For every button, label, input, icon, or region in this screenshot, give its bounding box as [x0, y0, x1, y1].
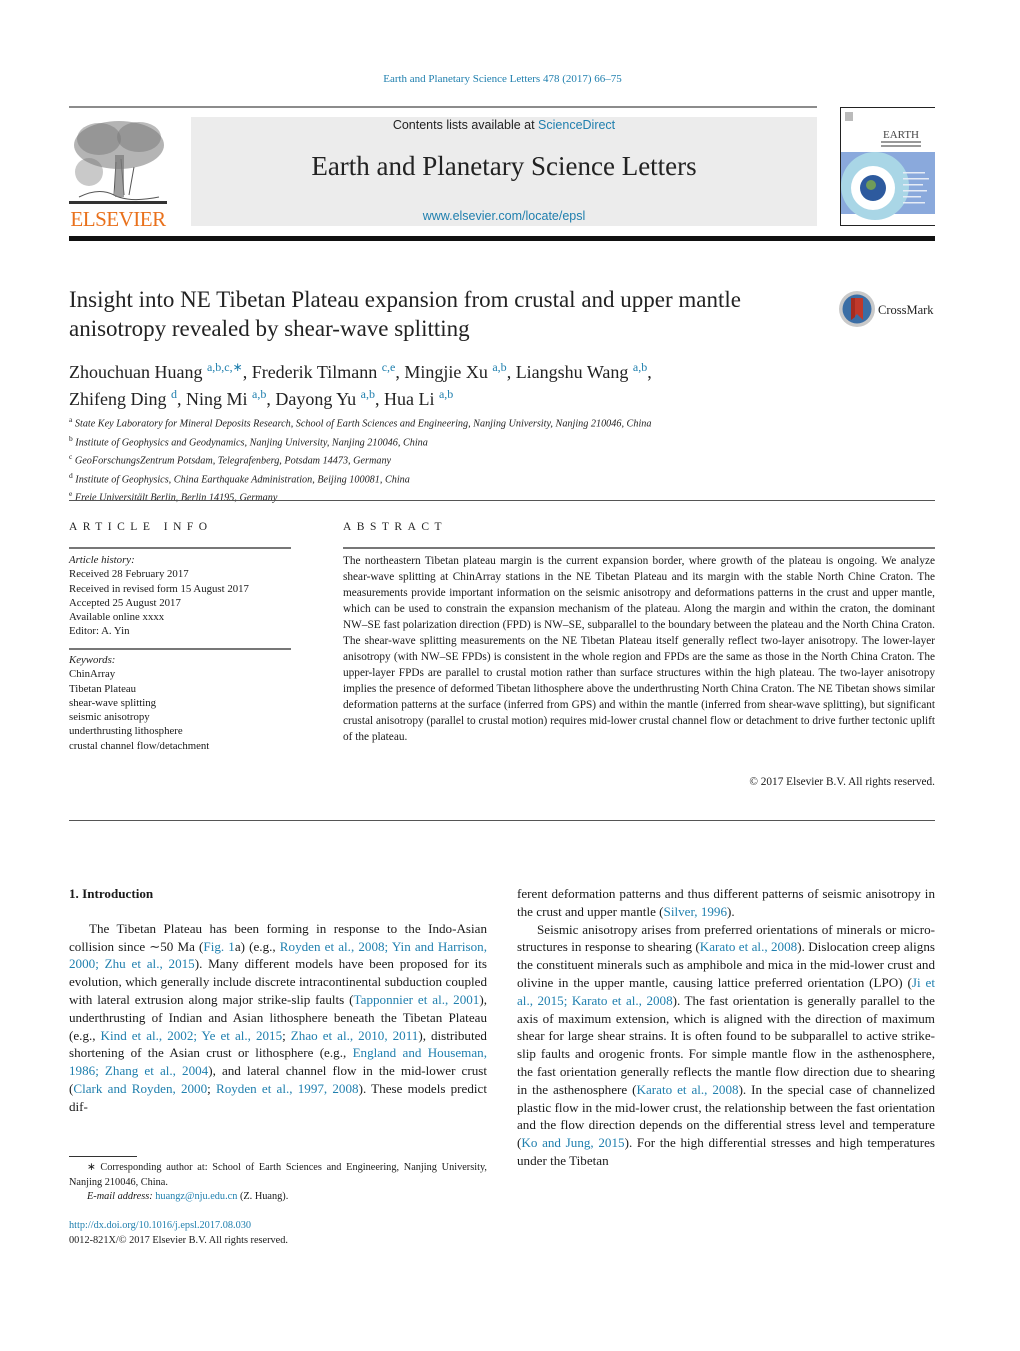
citation-link[interactable]: Ko and Jung, 2015 [521, 1135, 624, 1150]
abstract-divider [343, 547, 935, 549]
doi-block: http://dx.doi.org/10.1016/j.epsl.2017.08… [69, 1219, 288, 1248]
keyword-item: ChinArray [69, 668, 116, 681]
author[interactable]: Zhouchuan Huang a,b,c,∗ [69, 360, 243, 382]
author[interactable]: Dayong Yu a,b [275, 387, 375, 409]
body-text: a) (e.g., [234, 938, 280, 954]
author-affiliation-marker: a,b,c,∗ [206, 360, 243, 374]
citation-link[interactable]: Kind et al., 2002; Ye et al., 2015 [101, 1028, 283, 1043]
keyword-item: shear-wave splitting [69, 696, 157, 709]
affiliation-list: a State Key Laboratory for Mineral Depos… [69, 413, 869, 506]
email-label: E-mail address: [87, 1191, 153, 1202]
citation-link[interactable]: Clark and Royden, 2000 [73, 1081, 207, 1096]
abstract-copyright: © 2017 Elsevier B.V. All rights reserved… [749, 776, 935, 788]
corresponding-address: Corresponding author at: School of Earth… [69, 1162, 488, 1188]
author-affiliation-marker: a,b [252, 387, 267, 401]
keywords: Keywords: ChinArray Tibetan Plateau shea… [69, 653, 291, 753]
affiliation-item: b Institute of Geophysics and Geodynamic… [69, 433, 428, 448]
section-heading-introduction: 1. Introduction [69, 886, 154, 901]
article-history: Article history: Received 28 February 20… [69, 553, 291, 639]
email-link[interactable]: huangz@nju.edu.cn [155, 1191, 237, 1202]
author[interactable]: Ning Mi a,b [186, 387, 267, 409]
keyword-item: seismic anisotropy [69, 711, 150, 724]
issn-copyright: 0012-821X/© 2017 Elsevier B.V. All right… [69, 1234, 288, 1246]
author-affiliation-marker: c,e [381, 360, 396, 374]
author-affiliation-marker: a,b [360, 387, 375, 401]
author[interactable]: Liangshu Wang a,b [516, 360, 648, 382]
keyword-item: underthrusting lithosphere [69, 725, 183, 738]
contents-line: Contents lists available at ScienceDirec… [191, 118, 817, 132]
masthead-thick-divider [69, 236, 935, 241]
affiliation-item: a State Key Laboratory for Mineral Depos… [69, 415, 652, 430]
history-item: Editor: A. Yin [69, 625, 130, 638]
citation-link[interactable]: Royden et al., 1997, 2008 [216, 1081, 359, 1096]
keyword-item: Tibetan Plateau [69, 682, 137, 695]
citation-link[interactable]: Karato et al., 2008 [700, 939, 797, 954]
paragraph: ferent deformation patterns and thus dif… [517, 885, 935, 921]
citation-link[interactable]: Silver, 1996 [664, 904, 728, 919]
body-right-column: ferent deformation patterns and thus dif… [517, 885, 935, 1170]
author-affiliation-marker: a,b [492, 360, 507, 374]
corresponding-author-footnote: ∗ Corresponding author at: School of Ear… [69, 1161, 487, 1205]
author-list: Zhouchuan Huang a,b,c,∗, Frederik Tilman… [69, 360, 652, 409]
article-info-divider [69, 547, 291, 549]
author[interactable]: Hua Li a,b [384, 387, 454, 409]
citation-link[interactable]: Tapponnier et al., 2001 [354, 992, 480, 1007]
article-info-heading: ARTICLE INFO [69, 521, 213, 533]
author-affiliation-marker: a,b [438, 387, 454, 401]
history-item: Received 28 February 2017 [69, 568, 189, 581]
crossmark-label[interactable]: CrossMark [878, 303, 934, 318]
body-text: ; [207, 1080, 216, 1096]
citation-link[interactable]: Karato et al., 2008 [637, 1082, 739, 1097]
affiliation-item: c GeoForschungsZentrum Potsdam, Telegraf… [69, 452, 392, 467]
author[interactable]: Frederik Tilmann c,e [252, 360, 396, 382]
abstract-heading: ABSTRACT [343, 521, 448, 533]
cover-title: EARTH [883, 129, 919, 141]
author-affiliation-marker: a,b [632, 360, 648, 374]
footnote-marker: ∗ [87, 1162, 96, 1173]
journal-cover-thumbnail[interactable]: EARTH [840, 107, 935, 226]
paragraph: Seismic anisotropy arises from preferred… [517, 921, 935, 1170]
section-divider [69, 820, 935, 821]
keyword-item: crustal channel flow/detachment [69, 739, 210, 752]
body-text: ). [727, 903, 735, 919]
citation-link[interactable]: Fig. 1 [203, 939, 234, 954]
doi-link[interactable]: http://dx.doi.org/10.1016/j.epsl.2017.08… [69, 1220, 251, 1231]
author[interactable]: Zhifeng Ding d [69, 387, 177, 409]
journal-citation[interactable]: Earth and Planetary Science Letters 478 … [0, 73, 1005, 85]
section-divider [69, 500, 935, 501]
header-divider [69, 106, 817, 108]
history-item: Available online xxxx [69, 611, 165, 624]
journal-title: Earth and Planetary Science Letters [311, 151, 697, 181]
body-text: ; [282, 1027, 291, 1043]
elsevier-wordmark: ELSEVIER [70, 207, 166, 231]
history-item: Received in revised form 15 August 2017 [69, 582, 249, 595]
paragraph: The Tibetan Plateau has been forming in … [69, 920, 487, 1116]
contents-prefix: Contents lists available at [392, 118, 539, 132]
keywords-label: Keywords: [69, 654, 116, 666]
email-suffix: (Z. Huang). [237, 1191, 289, 1202]
journal-url-link[interactable]: www.elsevier.com/locate/epsl [191, 209, 817, 223]
affiliation-item: e Freie Universitält Berlin, Berlin 1419… [69, 489, 278, 504]
citation-link[interactable]: Zhao et al., 2010, 2011 [291, 1028, 419, 1043]
footnote-divider [69, 1156, 137, 1157]
body-left-column: 1. Introduction The Tibetan Plateau has … [69, 885, 487, 1116]
history-label: Article history: [69, 554, 135, 566]
article-info-divider [69, 648, 291, 650]
abstract-text: The northeastern Tibetan plateau margin … [343, 555, 935, 743]
sciencedirect-link[interactable]: ScienceDirect [538, 118, 615, 132]
history-item: Accepted 25 August 2017 [69, 596, 181, 609]
crossmark-icon [839, 291, 875, 327]
affiliation-item: d Institute of Geophysics, China Earthqu… [69, 470, 410, 486]
author[interactable]: Mingjie Xu a,b [404, 360, 507, 382]
article-title: Insight into NE Tibetan Plateau expansio… [69, 287, 741, 341]
